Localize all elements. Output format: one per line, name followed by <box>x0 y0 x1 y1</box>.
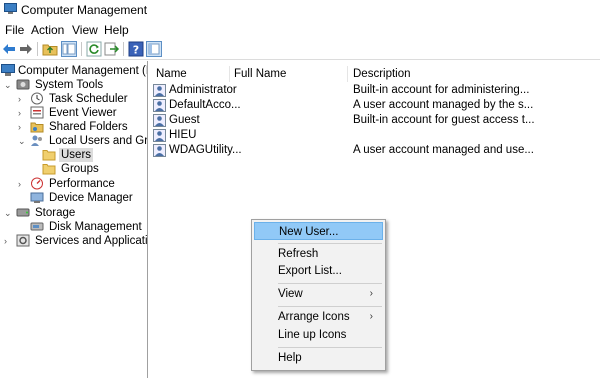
cell-name: HIEU <box>169 129 197 141</box>
shared-folder-icon <box>30 122 44 133</box>
expand-chevron-icon[interactable]: › <box>18 106 28 120</box>
clock-icon <box>31 92 43 105</box>
toolbar: ? <box>0 39 600 60</box>
table-row[interactable]: WDAGUtility... A user account managed an… <box>149 143 600 158</box>
menu-item-arrange-icons[interactable]: Arrange Icons › <box>254 308 383 326</box>
window-title: Computer Management <box>21 3 148 17</box>
menu-separator <box>278 283 382 284</box>
computer-management-icon <box>4 3 17 14</box>
refresh-icon[interactable] <box>86 41 102 57</box>
table-row[interactable]: Guest Built-in account for guest access … <box>149 113 600 128</box>
menu-separator <box>278 347 382 348</box>
menu-view[interactable]: View <box>72 23 98 37</box>
back-arrow-icon[interactable] <box>1 41 17 57</box>
table-row[interactable]: Administrator Built-in account for admin… <box>149 83 600 98</box>
menu-help[interactable]: Help <box>104 23 129 37</box>
expand-chevron-icon[interactable]: › <box>18 120 28 134</box>
forward-arrow-icon[interactable] <box>18 41 34 57</box>
svg-text:?: ? <box>133 44 139 57</box>
toolbar-separator <box>123 42 124 56</box>
menu-item-new-user[interactable]: New User... <box>254 222 383 240</box>
show-hide-tree-icon[interactable] <box>61 41 77 57</box>
system-tools-icon <box>16 79 30 90</box>
user-icon <box>153 99 166 112</box>
cell-name: DefaultAcco... <box>169 99 241 111</box>
column-header-name[interactable]: Name <box>156 66 187 82</box>
cell-name: Guest <box>169 114 200 126</box>
expand-chevron-icon[interactable]: › <box>18 92 28 106</box>
cell-name: WDAGUtility... <box>169 144 242 156</box>
menu-item-view[interactable]: View › <box>254 285 383 303</box>
menu-file[interactable]: File <box>5 23 24 37</box>
table-row[interactable]: HIEU <box>149 128 600 143</box>
expand-chevron-icon[interactable]: › <box>18 177 28 191</box>
cell-description: A user account managed and use... <box>353 144 534 156</box>
user-icon <box>153 129 166 142</box>
menu-separator <box>278 306 382 307</box>
collapse-chevron-icon[interactable]: ⌄ <box>18 134 28 148</box>
cell-description: Built-in account for guest access t... <box>353 114 535 126</box>
cell-name: Administrator <box>169 84 237 96</box>
users-group-icon <box>31 135 42 146</box>
collapse-chevron-icon[interactable]: ⌄ <box>4 78 14 92</box>
menu-item-line-up-icons[interactable]: Line up Icons <box>254 326 383 344</box>
user-icon <box>153 114 166 127</box>
menu-bar: File Action View Help <box>0 21 600 37</box>
services-icon <box>16 234 30 247</box>
console-tree: Computer Management (Local ⌄ System Tool… <box>0 61 148 378</box>
device-manager-icon <box>30 192 44 203</box>
folder-icon <box>42 150 56 161</box>
column-divider[interactable] <box>229 66 230 82</box>
disk-icon <box>30 222 44 231</box>
menu-item-help[interactable]: Help <box>254 349 383 367</box>
storage-icon <box>16 208 30 217</box>
up-folder-icon[interactable] <box>42 41 58 57</box>
menu-action[interactable]: Action <box>31 23 64 37</box>
menu-item-refresh[interactable]: Refresh <box>254 245 383 263</box>
table-row[interactable]: DefaultAcco... A user account managed by… <box>149 98 600 113</box>
properties-icon[interactable] <box>146 41 162 57</box>
export-icon[interactable] <box>104 41 120 57</box>
performance-icon <box>31 177 43 190</box>
menu-separator <box>278 243 382 244</box>
help-icon[interactable]: ? <box>128 41 144 57</box>
user-icon <box>153 144 166 157</box>
event-viewer-icon <box>30 106 44 119</box>
cell-description: A user account managed by the s... <box>353 99 534 111</box>
title-bar: Computer Management <box>0 0 600 20</box>
folder-icon <box>42 164 56 175</box>
collapse-chevron-icon[interactable]: ⌄ <box>4 206 14 220</box>
context-menu: New User... Refresh Export List... View … <box>251 219 386 371</box>
column-header-description[interactable]: Description <box>353 66 411 82</box>
toolbar-separator <box>37 42 38 56</box>
menu-item-export-list[interactable]: Export List... <box>254 262 383 280</box>
cell-description: Built-in account for administering... <box>353 84 530 96</box>
submenu-arrow-icon: › <box>369 288 373 299</box>
expand-chevron-icon[interactable]: › <box>4 234 14 248</box>
submenu-arrow-icon: › <box>369 311 373 322</box>
column-divider[interactable] <box>347 66 348 82</box>
column-header-full-name[interactable]: Full Name <box>234 66 286 82</box>
toolbar-separator <box>81 42 82 56</box>
computer-icon <box>1 64 15 76</box>
user-icon <box>153 84 166 97</box>
